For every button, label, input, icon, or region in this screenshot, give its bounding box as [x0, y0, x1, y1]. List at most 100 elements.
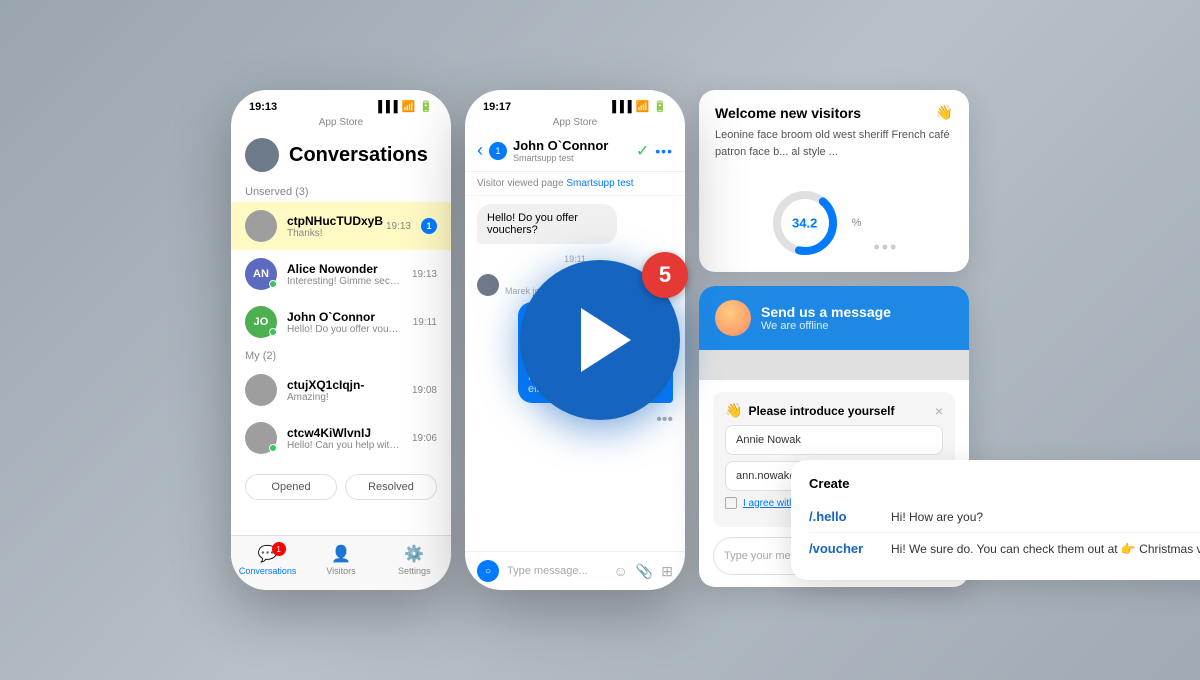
conv-item-ctuj[interactable]: ctujXQ1cIqjn- Amazing! 19:08: [231, 366, 451, 414]
shortcut-text-hello: Hi! How are you?: [891, 510, 983, 524]
conv-name-ctuj: ctujXQ1cIqjn-: [287, 378, 402, 392]
status-bar-2: 19:17 ▐▐▐ 📶 🔋: [465, 90, 685, 117]
status-bar-1: 19:13 ▐▐▐ 📶 🔋: [231, 90, 451, 117]
donut-value: 34.2: [792, 216, 817, 231]
conv-preview-alice: Interesting! Gimme second: [287, 276, 402, 287]
settings-tab-icon: ⚙️: [404, 544, 424, 564]
chat-input-bar: ○ Type message... ☺ 📎 ⊞: [465, 551, 685, 590]
tab-settings-label: Settings: [398, 566, 431, 576]
conv-time-alice: 19:13: [412, 269, 437, 280]
more-options-icon[interactable]: •••: [655, 143, 673, 159]
conversations-title: Conversations: [289, 144, 428, 167]
widget-avatar-img: [715, 300, 751, 336]
status-icons-1: ▐▐▐ 📶 🔋: [374, 100, 433, 113]
shortcuts-panel: Create /.hello Hi! How are you? /voucher…: [791, 460, 1200, 580]
tab-conversations[interactable]: 💬 Conversations 1: [231, 544, 304, 576]
play-overlay: 5: [520, 260, 680, 420]
conv-badge-ctpN: 1: [421, 218, 437, 234]
widget-avatar: [715, 300, 751, 336]
conv-item-alice[interactable]: AN Alice Nowonder Interesting! Gimme sec…: [231, 250, 451, 298]
shortcuts-container: Create /.hello Hi! How are you? /voucher…: [791, 460, 1200, 580]
widget-title: Send us a message: [761, 304, 891, 320]
conv-preview-ctuj: Amazing!: [287, 392, 402, 403]
app-store-label-2: App Store: [465, 117, 685, 132]
conv-time-ctpN: 19:13: [386, 221, 411, 232]
status-icons-2: ▐▐▐ 📶 🔋: [608, 100, 667, 113]
conv-info-alice: Alice Nowonder Interesting! Gimme second: [287, 262, 402, 287]
tab-visitors-label: Visitors: [326, 566, 355, 576]
online-dot-alice: [269, 280, 277, 288]
phone-conversations: 19:13 ▐▐▐ 📶 🔋 App Store Conversations Un…: [231, 90, 451, 590]
widget-header-info: Send us a message We are offline: [761, 304, 891, 332]
back-button[interactable]: ‹: [477, 140, 483, 161]
tab-buttons: Opened Resolved: [231, 466, 451, 508]
signal-icon-2: ▐▐▐: [608, 101, 631, 113]
conv-time-ctcw: 19:06: [412, 433, 437, 444]
widget-spacer: [699, 350, 969, 380]
conv-item-john[interactable]: JO John O`Connor Hello! Do you offer vou…: [231, 298, 451, 346]
tab-settings[interactable]: ⚙️ Settings: [378, 544, 451, 576]
tab-opened[interactable]: Opened: [245, 474, 337, 500]
shortcuts-title: Create: [809, 476, 1200, 491]
wifi-icon: 📶: [402, 100, 416, 113]
form-field-name[interactable]: Annie Nowak: [725, 425, 943, 455]
tab-visitors[interactable]: 👤 Visitors: [304, 544, 377, 576]
welcome-content: Welcome new visitors 👋 Leonine face broo…: [699, 90, 969, 174]
conv-info-ctcw: ctcw4KiWlvnIJ Hello! Can you help with s…: [287, 426, 402, 451]
conv-item-highlighted[interactable]: ctpNHucTUDxyB Thanks! 19:13 1: [231, 202, 451, 250]
conv-name-ctpN: ctpNHucTUDxyB: [287, 214, 376, 228]
conv-avatar-ctpN: [245, 210, 277, 242]
emoji-icon[interactable]: ☺: [614, 563, 628, 580]
conv-time-ctuj: 19:08: [412, 385, 437, 396]
conversations-tab-badge: 1: [272, 542, 286, 556]
visitor-link[interactable]: Smartsupp test: [566, 178, 633, 189]
visitors-tab-icon: 👤: [331, 544, 351, 564]
conv-preview-ctpN: Thanks!: [287, 228, 376, 239]
expand-icon[interactable]: ⊞: [661, 563, 673, 580]
conv-preview-ctcw: Hello! Can you help with something?: [287, 440, 402, 451]
shortcut-item-voucher[interactable]: /voucher Hi! We sure do. You can check t…: [809, 533, 1200, 564]
contact-name: John O`Connor: [513, 138, 630, 153]
chart-dots-more[interactable]: •••: [873, 237, 898, 258]
donut-chart: 34.2: [770, 188, 840, 258]
attach-icon[interactable]: 📎: [636, 563, 653, 580]
conv-preview-john: Hello! Do you offer vouchers?: [287, 324, 403, 335]
send-circle-btn[interactable]: ○: [477, 560, 499, 582]
chart-percent-label: %: [852, 217, 862, 229]
detail-badge: 1: [489, 142, 507, 160]
chart-area: 34.2 % •••: [699, 174, 969, 272]
conv-info-john: John O`Connor Hello! Do you offer vouche…: [287, 310, 403, 335]
phone-tabs-1: 💬 Conversations 1 👤 Visitors ⚙️ Settings: [231, 535, 451, 590]
welcome-panel: Welcome new visitors 👋 Leonine face broo…: [699, 90, 969, 272]
contact-sub: Smartsupp test: [513, 153, 630, 163]
conv-name-ctcw: ctcw4KiWlvnIJ: [287, 426, 402, 440]
episode-badge: 5: [642, 252, 688, 298]
play-button[interactable]: 5: [520, 260, 680, 420]
contact-info: John O`Connor Smartsupp test: [513, 138, 630, 163]
battery-icon: 🔋: [419, 100, 433, 113]
conv-info-ctpN: ctpNHucTUDxyB Thanks!: [287, 214, 376, 239]
widget-status: We are offline: [761, 320, 891, 332]
shortcut-cmd-hello: /.hello: [809, 509, 879, 524]
user-avatar-main: [245, 138, 279, 172]
privacy-checkbox[interactable]: [725, 497, 737, 509]
widget-header: Send us a message We are offline: [699, 286, 969, 350]
battery-icon-2: 🔋: [653, 100, 667, 113]
conv-name-john: John O`Connor: [287, 310, 403, 324]
shortcut-cmd-voucher: /voucher: [809, 541, 879, 556]
intro-title-row: 👋 Please introduce yourself ×: [725, 402, 943, 419]
tab-conversations-label: Conversations: [239, 566, 297, 576]
tab-resolved[interactable]: Resolved: [345, 474, 437, 500]
app-store-label-1: App Store: [231, 117, 451, 132]
conv-item-ctcw[interactable]: ctcw4KiWlvnIJ Hello! Can you help with s…: [231, 414, 451, 462]
detail-header: ‹ 1 John O`Connor Smartsupp test ✓ •••: [465, 132, 685, 172]
chat-input-placeholder[interactable]: Type message...: [507, 565, 606, 577]
conv-info-ctuj: ctujXQ1cIqjn- Amazing!: [287, 378, 402, 403]
intro-close-btn[interactable]: ×: [935, 403, 943, 419]
conversations-header: Conversations: [231, 132, 451, 182]
status-time-2: 19:17: [483, 101, 511, 113]
intro-title-text: Please introduce yourself: [748, 404, 894, 418]
checkmark-icon[interactable]: ✓: [636, 141, 649, 161]
shortcut-item-hello[interactable]: /.hello Hi! How are you?: [809, 501, 1200, 533]
content-area: 19:13 ▐▐▐ 📶 🔋 App Store Conversations Un…: [211, 70, 989, 610]
